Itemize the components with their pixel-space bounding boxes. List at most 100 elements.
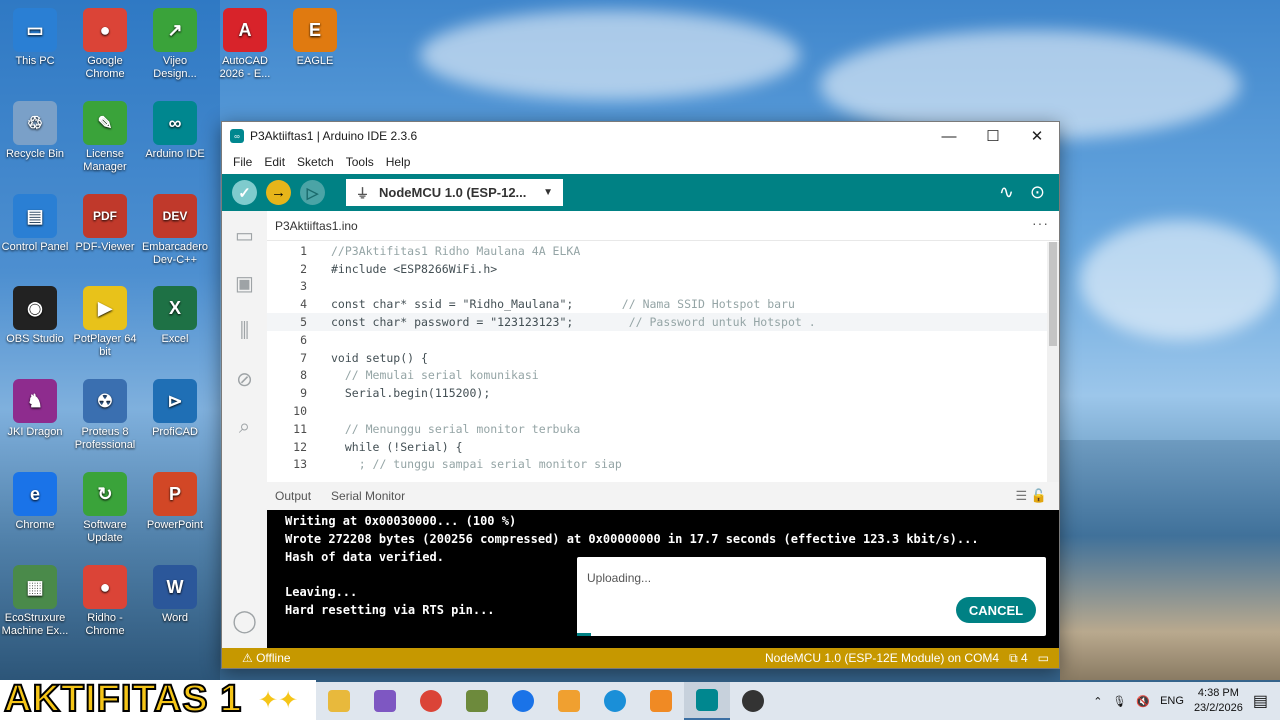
chevron-up-icon[interactable]: ⌃ xyxy=(1093,695,1102,708)
menu-sketch[interactable]: Sketch xyxy=(291,155,340,169)
desktop-icon-label: EcoStruxure Machine Ex... xyxy=(1,612,69,637)
tab-serial-monitor[interactable]: Serial Monitor xyxy=(331,489,405,503)
desktop-icon[interactable]: ↗ Vijeo Design... xyxy=(140,8,210,81)
taskbar-app-media-player[interactable] xyxy=(546,682,592,720)
desktop-icon[interactable]: ♞ JKI Dragon xyxy=(0,379,70,439)
desktop-icon[interactable]: E EAGLE xyxy=(280,8,350,68)
desktop-icon-label: AutoCAD 2026 - E... xyxy=(219,55,271,80)
verify-button[interactable]: ✓ xyxy=(232,180,257,205)
taskbar-app-obs[interactable] xyxy=(730,682,776,720)
sketchbook-icon[interactable]: ▭ xyxy=(222,211,267,259)
arduino-app-icon: ∞ xyxy=(230,129,244,143)
profile-icon[interactable]: ◯ xyxy=(222,606,267,636)
volume-icon[interactable]: 🔇 xyxy=(1136,695,1150,708)
tab-output[interactable]: Output xyxy=(275,489,311,503)
sidebar: ▭ ▣ ⫼ ⊘ ⌕ ◯ xyxy=(222,211,267,648)
serial-plotter-icon[interactable]: ∿ xyxy=(999,182,1014,203)
sublime-icon xyxy=(650,690,672,712)
line-number: 2 xyxy=(300,261,307,276)
taskbar-app-chrome-profile[interactable] xyxy=(500,682,546,720)
desktop-icon[interactable]: ∞ Arduino IDE xyxy=(140,101,210,161)
code-line: 4 const char* ssid = "Ridho_Maulana"; // … xyxy=(267,295,1047,313)
debug-button[interactable]: ▷ xyxy=(300,180,325,205)
output-controls-icon[interactable]: ☰ 🔓 xyxy=(1016,488,1047,504)
line-number: 11 xyxy=(293,421,307,436)
desktop-icon[interactable]: X Excel xyxy=(140,286,210,346)
desktop-icon[interactable]: ● Ridho - Chrome xyxy=(70,565,140,638)
code-area[interactable]: 1 //P3Aktifitas1 Ridho Maulana 4A ELKA 2 #i… xyxy=(267,242,1047,482)
line-number: 3 xyxy=(300,279,307,294)
menu-tools[interactable]: Tools xyxy=(340,155,380,169)
search-icon[interactable]: ⌕ xyxy=(222,403,267,451)
desktop-icon-label: EAGLE xyxy=(296,55,334,67)
serial-monitor-icon[interactable]: ⊙ xyxy=(1030,182,1045,203)
taskbar-app-chrome[interactable] xyxy=(408,682,454,720)
desktop-icon-label: Arduino IDE xyxy=(145,148,205,160)
desktop-icon[interactable]: W Word xyxy=(140,565,210,625)
desktop-icon[interactable]: ▶ PotPlayer 64 bit xyxy=(70,286,140,359)
language-indicator[interactable]: ENG xyxy=(1160,695,1184,707)
desktop-icon[interactable]: ☢ Proteus 8 Professional xyxy=(70,379,140,452)
code-text: // Menunggu serial monitor terbuka xyxy=(331,421,581,436)
menu-edit[interactable]: Edit xyxy=(258,155,291,169)
desktop-icon-label: Chrome xyxy=(15,519,55,531)
menu-file[interactable]: File xyxy=(227,155,258,169)
notification-count[interactable]: ⧉ 4 xyxy=(1009,651,1028,666)
title-bar[interactable]: ∞ P3Aktiiftas1 | Arduino IDE 2.3.6 — ☐ ✕ xyxy=(222,122,1059,150)
desktop-icon[interactable]: PDF PDF-Viewer xyxy=(70,194,140,254)
desktop-icon[interactable]: ▤ Control Panel xyxy=(0,194,70,254)
desktop-icon[interactable]: A AutoCAD 2026 - E... xyxy=(210,8,280,81)
scroll-thumb[interactable] xyxy=(1049,242,1057,346)
app-7-icon xyxy=(466,690,488,712)
desktop-icon[interactable]: DEV Embarcadero Dev-C++ xyxy=(140,194,210,267)
desktop-icon-label: Recycle Bin xyxy=(5,148,65,160)
desktop-icon[interactable]: P PowerPoint xyxy=(140,472,210,532)
desktop-icon[interactable]: ♲ Recycle Bin xyxy=(0,101,70,161)
taskbar-app-copilot[interactable] xyxy=(362,682,408,720)
minimize-button[interactable]: — xyxy=(927,122,971,150)
desktop-icon[interactable]: ◉ OBS Studio xyxy=(0,286,70,346)
tab-sketch-file[interactable]: P3Aktiiftas1.ino xyxy=(267,219,366,240)
console-line: Writing at 0x00030000... (100 %) xyxy=(285,514,517,528)
app-icon: ♲ xyxy=(13,101,57,145)
app-icon: ● xyxy=(83,565,127,609)
cloud xyxy=(1080,220,1280,340)
file-explorer-icon xyxy=(328,690,350,712)
upload-button[interactable]: → xyxy=(266,180,291,205)
code-text: const char* password = "123123123"; // P… xyxy=(331,315,816,330)
desktop-icon[interactable]: ⊳ ProfiCAD xyxy=(140,379,210,439)
desktop-icon[interactable]: ↻ Software Update xyxy=(70,472,140,545)
library-manager-icon[interactable]: ⫼ xyxy=(222,307,267,355)
maximize-button[interactable]: ☐ xyxy=(971,122,1015,150)
taskbar-app-edge[interactable] xyxy=(592,682,638,720)
taskbar-app-arduino[interactable] xyxy=(684,682,730,720)
taskbar-app-sublime[interactable] xyxy=(638,682,684,720)
menu-bar: File Edit Sketch Tools Help xyxy=(222,150,1059,174)
taskbar-app-file-explorer[interactable] xyxy=(316,682,362,720)
app-icon: ⊳ xyxy=(153,379,197,423)
toggle-panel-icon[interactable]: ▭ xyxy=(1038,651,1049,666)
board-selector[interactable]: ⏚ NodeMCU 1.0 (ESP-12... ▼ xyxy=(346,179,563,206)
clock[interactable]: 4:38 PM 23/2/2026 xyxy=(1194,686,1243,716)
code-line: 3 xyxy=(267,278,1047,296)
cancel-button[interactable]: CANCEL xyxy=(956,597,1036,623)
editor-scrollbar[interactable] xyxy=(1047,242,1059,482)
offline-status[interactable]: ⚠ Offline xyxy=(242,651,291,665)
desktop-icon[interactable]: e Chrome xyxy=(0,472,70,532)
notification-center-icon[interactable]: ▤ xyxy=(1253,691,1268,711)
menu-help[interactable]: Help xyxy=(380,155,417,169)
microphone-icon[interactable]: 🎙 xyxy=(1112,695,1126,708)
app-icon: ▶ xyxy=(83,286,127,330)
desktop-icon-label: Embarcadero Dev-C++ xyxy=(141,241,209,266)
desktop-icon[interactable]: ▦ EcoStruxure Machine Ex... xyxy=(0,565,70,638)
desktop-icon[interactable]: ✎ License Manager xyxy=(70,101,140,174)
board-port-status[interactable]: NodeMCU 1.0 (ESP-12E Module) on COM4 xyxy=(765,651,999,666)
desktop-icon[interactable]: ▭ This PC xyxy=(0,8,70,68)
debug-icon[interactable]: ⊘ xyxy=(222,355,267,403)
boards-manager-icon[interactable]: ▣ xyxy=(222,259,267,307)
taskbar-app-app-7[interactable] xyxy=(454,682,500,720)
more-icon[interactable]: ··· xyxy=(1032,215,1049,231)
close-button[interactable]: ✕ xyxy=(1015,122,1059,150)
desktop-icon-label: Ridho - Chrome xyxy=(85,612,125,637)
desktop-icon[interactable]: ● Google Chrome xyxy=(70,8,140,81)
